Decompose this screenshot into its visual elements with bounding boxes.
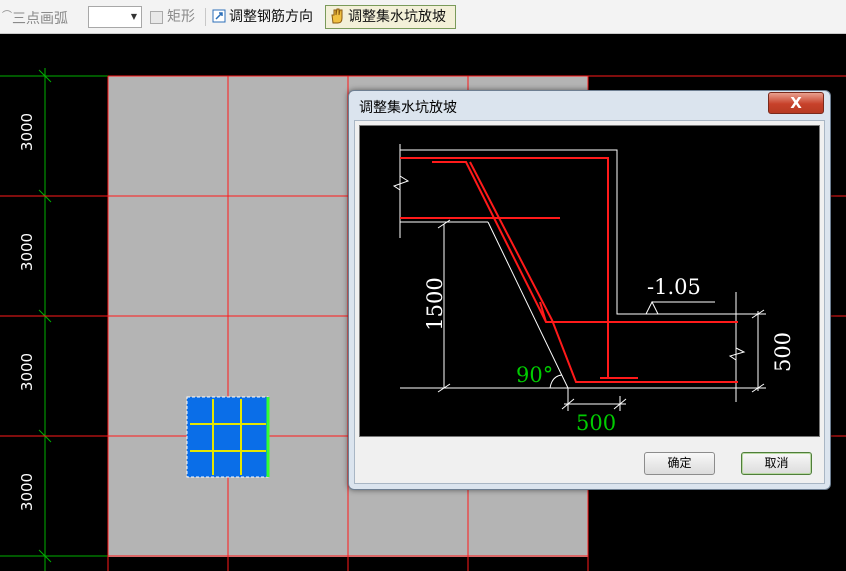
rect-tool-label: 矩形 <box>167 9 195 25</box>
side-height-label: 500 <box>771 332 795 372</box>
bottom-width-label: 500 <box>576 411 616 435</box>
hand-icon <box>329 7 343 24</box>
dialog-title: 调整集水坑放坡 <box>359 100 457 116</box>
adjust-slope-button[interactable]: 调整集水坑放坡 <box>325 5 456 29</box>
chevron-down-icon: ▼ <box>130 12 138 21</box>
elevation-label: -1.05 <box>647 275 701 299</box>
depth-label: 1500 <box>423 277 447 330</box>
ok-button[interactable]: 确定 <box>644 452 715 475</box>
row-dimension-1: 3000 <box>18 113 36 151</box>
arc-tool-label: 三点画弧 <box>12 11 68 27</box>
adjust-slope-label: 调整集水坑放坡 <box>348 9 446 25</box>
row-dimension-4: 3000 <box>18 473 36 511</box>
adjust-rebar-button[interactable]: 调整钢筋方向 <box>212 6 313 28</box>
adjust-slope-dialog: 调整集水坑放坡 X 1500 -1.05 90° 500 500 确定 取消 <box>348 90 831 490</box>
rect-tool-button[interactable]: 矩形 <box>150 6 195 28</box>
arc-icon: ⌒ <box>2 11 12 22</box>
cancel-button[interactable]: 取消 <box>741 452 812 475</box>
row-dimension-3: 3000 <box>18 353 36 391</box>
row-dimension-2: 3000 <box>18 233 36 271</box>
rebar-direction-icon <box>212 8 226 23</box>
mode-combo[interactable]: ▼ <box>88 6 142 28</box>
close-button[interactable]: X <box>768 92 824 114</box>
toolbar-separator <box>205 8 206 26</box>
sump-pit[interactable] <box>186 396 270 478</box>
adjust-rebar-label: 调整钢筋方向 <box>229 9 313 25</box>
slope-diagram: 1500 -1.05 90° 500 500 <box>359 125 820 437</box>
toolbar: ⌒三点画弧 ▼ 矩形 调整钢筋方向 调整集水坑放坡 <box>0 0 846 34</box>
arc-tool-button[interactable]: ⌒三点画弧 <box>2 6 68 28</box>
rect-icon <box>150 10 163 24</box>
angle-label: 90° <box>516 363 553 387</box>
slope-diagram-svg: 1500 -1.05 90° 500 500 <box>392 144 795 435</box>
dialog-body: 1500 -1.05 90° 500 500 确定 取消 <box>354 120 825 484</box>
